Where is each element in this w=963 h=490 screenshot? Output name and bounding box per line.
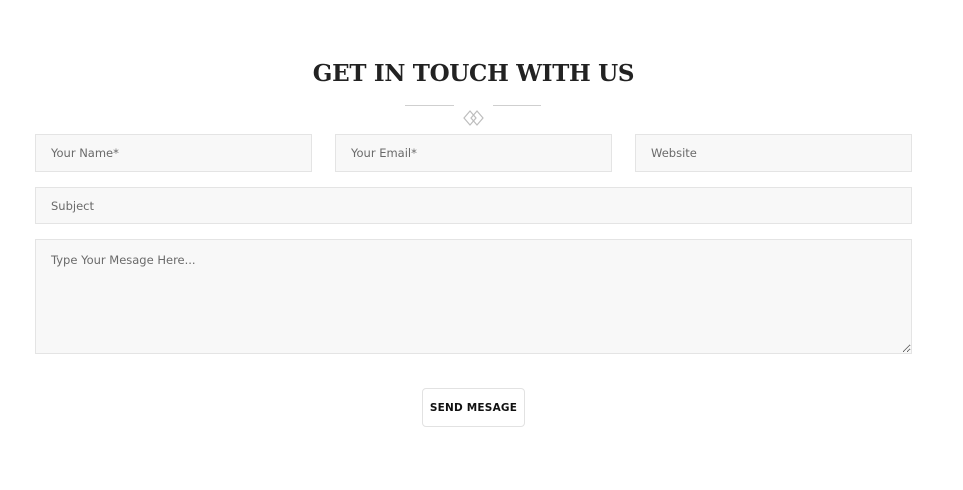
send-message-button[interactable]: SEND MESAGE	[422, 388, 525, 427]
message-textarea[interactable]	[35, 239, 912, 354]
subject-field[interactable]	[35, 187, 912, 224]
name-field[interactable]	[35, 134, 312, 172]
section-heading: GET IN TOUCH WITH US	[312, 60, 635, 87]
website-field[interactable]	[635, 134, 912, 172]
divider-line-left	[405, 105, 454, 106]
email-field[interactable]	[335, 134, 612, 172]
double-diamond-icon	[463, 110, 484, 126]
divider-line-right	[493, 105, 541, 106]
